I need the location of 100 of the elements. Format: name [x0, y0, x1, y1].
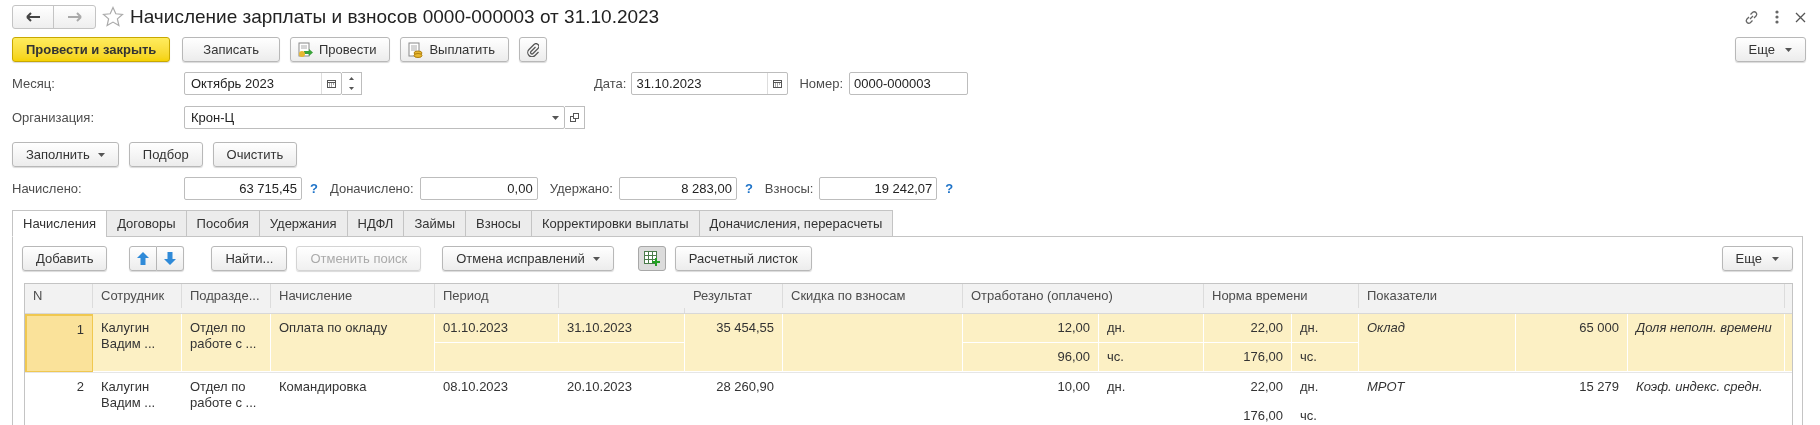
save-button[interactable]: Записать	[182, 37, 280, 62]
open-button[interactable]	[565, 106, 585, 129]
table-cell: дн.	[1292, 314, 1359, 343]
tab[interactable]: Взносы	[465, 210, 532, 237]
table-cell: 1	[25, 314, 93, 372]
table-cell: 96,00	[963, 343, 1099, 372]
column-header: Норма времени	[1204, 284, 1359, 309]
tab[interactable]: Пособия	[185, 210, 260, 237]
up-arrow-icon	[137, 252, 150, 265]
move-down-button[interactable]	[157, 246, 185, 271]
close-icon	[1795, 11, 1806, 23]
tab[interactable]: Доначисления, перерасчеты	[698, 210, 894, 237]
field-label: Удержано:	[549, 179, 613, 198]
amount-field[interactable]: 8 283,00	[618, 177, 737, 200]
action-button[interactable]: Подбор	[128, 142, 203, 167]
more-button[interactable]: Еще	[1721, 246, 1793, 271]
move-up-button[interactable]	[129, 246, 158, 271]
action-button[interactable]: Очистить	[212, 142, 298, 167]
post-button[interactable]: Провести	[289, 37, 391, 62]
spinner-control[interactable]	[342, 72, 362, 95]
help-link[interactable]: ?	[945, 178, 954, 199]
table-cell: чс.	[1292, 402, 1359, 425]
table-cell: Калугин Вадим ...	[93, 314, 182, 372]
field-label: Взносы:	[764, 179, 814, 198]
table-cell: Калугин Вадим ...	[93, 373, 182, 425]
field-label: Дата:	[594, 74, 627, 93]
pay-button[interactable]: Выплатить	[400, 37, 509, 62]
table-cell: 08.10.2023	[435, 373, 559, 402]
tab[interactable]: Займы	[403, 210, 467, 237]
table-cell: чс.	[1099, 343, 1204, 372]
more-button[interactable]: Еще	[1734, 37, 1806, 62]
column-header: Подразде...	[182, 284, 271, 309]
table-cell: дн.	[1292, 373, 1359, 402]
table-row[interactable]: 1 Калугин Вадим ... Отдел по работе с ... Оплата по окладу 01.10.2023 31.10.2023 35 454,55 12,00 дн. 22,00 дн. 96,00 чс. 176,00 чс. Оклад 65 000 Доля неполн. времени	[25, 314, 1792, 373]
date-field[interactable]: 31.10.2023	[631, 72, 789, 95]
table-plus-icon	[643, 251, 660, 266]
table-cell: 22,00	[1204, 373, 1292, 402]
field-label: Организация:	[12, 108, 96, 127]
organization-field[interactable]: Крон-Ц	[184, 106, 565, 129]
table-cell: 176,00	[1204, 402, 1292, 425]
table-cell: Доля неполн. времени	[1628, 314, 1785, 372]
tab[interactable]: Договоры	[106, 210, 187, 237]
month-field[interactable]: Октябрь 2023	[184, 72, 342, 95]
table-cell: 22,00	[1204, 314, 1292, 343]
amount-field[interactable]: 19 242,07	[819, 177, 938, 200]
caret-icon	[592, 256, 600, 261]
star-icon	[102, 6, 124, 28]
table-settings-button[interactable]	[637, 246, 666, 271]
tab[interactable]: НДФЛ	[346, 210, 405, 237]
close-button[interactable]	[1795, 11, 1806, 23]
paperclip-icon	[526, 42, 539, 57]
caret-icon	[1785, 47, 1792, 52]
table-cell: 28 260,90	[685, 373, 783, 425]
back-arrow-icon	[26, 12, 40, 22]
field-label: Номер:	[799, 74, 844, 93]
caret-icon	[551, 115, 559, 120]
table-cell: Отдел по работе с ...	[182, 373, 271, 425]
tab[interactable]: Удержания	[258, 210, 348, 237]
attach-button[interactable]	[518, 37, 547, 62]
column-header: Начисление	[271, 284, 435, 309]
caret-icon	[97, 152, 105, 157]
number-field[interactable]: 0000-000003	[849, 72, 969, 95]
table-cell: дн.	[1099, 314, 1204, 343]
table-cell: МРОТ	[1359, 373, 1516, 425]
table-cell: 10,00	[963, 373, 1099, 402]
table-cell: чс.	[1292, 343, 1359, 372]
table-cell: 176,00	[1204, 343, 1292, 372]
help-link[interactable]: ?	[744, 178, 753, 199]
help-link[interactable]: ?	[310, 178, 318, 199]
tab[interactable]: Корректировки выплаты	[530, 210, 700, 237]
link-icon	[1744, 9, 1759, 25]
table-cell: Оплата по окладу	[271, 314, 435, 372]
calendar-icon	[773, 79, 783, 88]
post-and-close-button[interactable]: Провести и закрыть	[12, 37, 171, 62]
amount-field[interactable]: 63 715,45	[184, 177, 302, 200]
column-header: Скидка по взносам	[783, 284, 963, 309]
table-cell: 31.10.2023	[559, 314, 685, 343]
forward-arrow-icon	[67, 12, 82, 22]
toolbar-button[interactable]: Найти...	[211, 246, 288, 271]
more-options-icon	[1775, 10, 1779, 24]
toolbar-button[interactable]: Добавить	[22, 246, 108, 271]
table-cell: Коэф. индекс. средн.	[1628, 373, 1785, 425]
document-coins-icon	[407, 41, 424, 58]
down-arrow-icon	[349, 87, 354, 91]
field-label: Начислено:	[12, 179, 83, 198]
table-cell: 15 279	[1516, 373, 1628, 425]
action-button[interactable]: Заполнить	[12, 142, 119, 167]
toolbar-button[interactable]: Отмена исправлений	[442, 246, 614, 271]
caret-icon	[1772, 256, 1779, 261]
toolbar-button[interactable]: Расчетный листок	[674, 246, 812, 271]
open-window-icon	[570, 113, 579, 122]
amount-field[interactable]: 0,00	[419, 177, 538, 200]
down-arrow-icon	[164, 252, 177, 265]
table-cell: 20.10.2023	[559, 373, 685, 402]
table-cell: 35 454,55	[685, 314, 783, 372]
up-arrow-icon	[349, 76, 354, 80]
field-label: Доначислено:	[329, 179, 414, 198]
table-cell: 01.10.2023	[435, 314, 559, 343]
tab[interactable]: Начисления	[12, 210, 108, 237]
table-cell: Оклад	[1359, 314, 1516, 372]
